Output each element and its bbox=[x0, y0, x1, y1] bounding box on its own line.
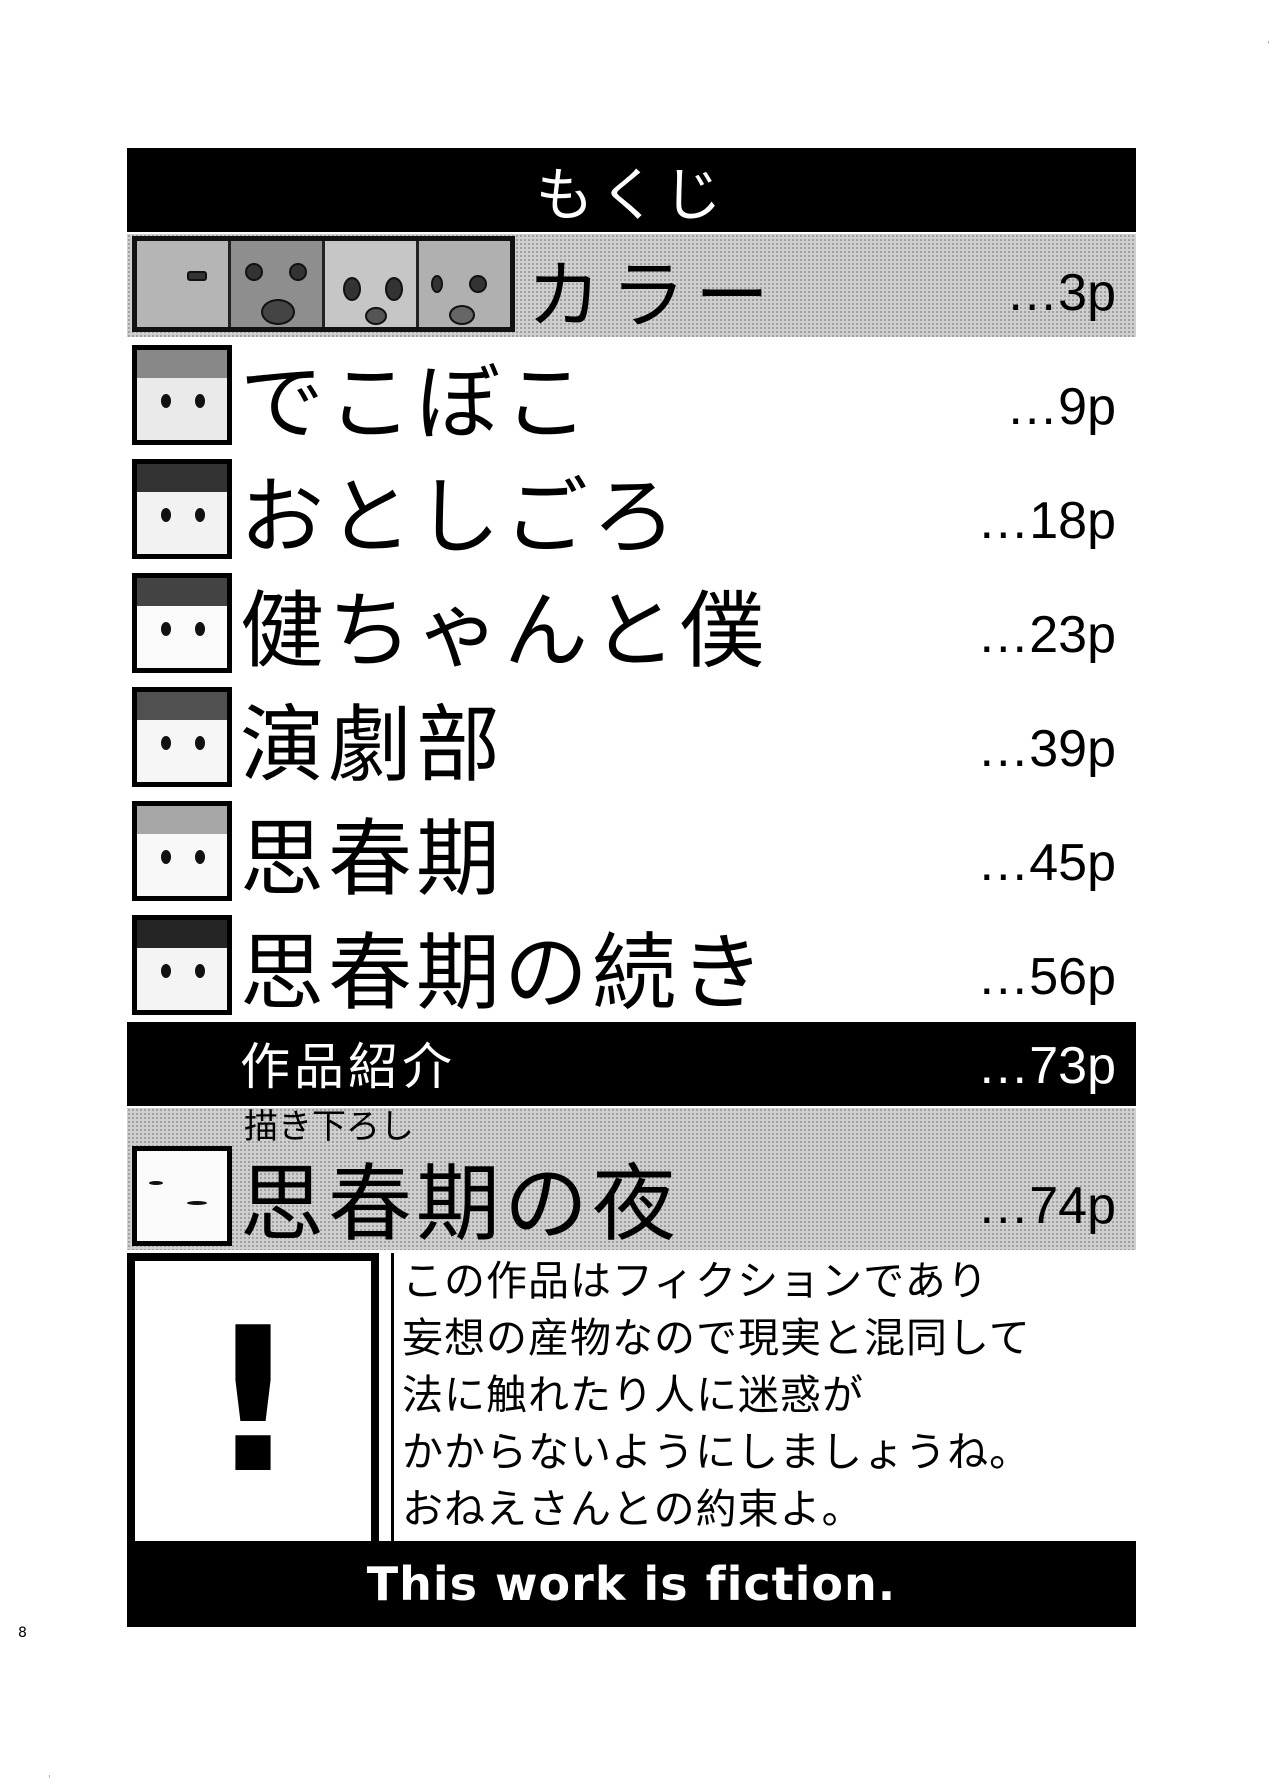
entry-page: …9p bbox=[1006, 378, 1116, 436]
entry-title: 演劇部 bbox=[240, 696, 505, 794]
toc-entry[interactable]: 健ちゃんと僕 …23p bbox=[127, 565, 1136, 679]
toc-entry[interactable]: おとしごろ …18p bbox=[127, 451, 1136, 565]
toc-entry-bonus[interactable]: 描き下ろし 思春期の夜 …74p bbox=[127, 1108, 1136, 1250]
fiction-banner: This work is fiction. bbox=[127, 1541, 1136, 1627]
character-thumbnail bbox=[132, 459, 232, 559]
toc-header: もくじ bbox=[127, 148, 1136, 232]
disclaimer-line: この作品はフィクションであり bbox=[402, 1257, 989, 1305]
entry-ruby: 描き下ろし bbox=[244, 1107, 414, 1147]
toc-entry[interactable]: 思春期の続き …56p bbox=[127, 907, 1136, 1021]
entry-title: おとしごろ bbox=[240, 468, 681, 566]
entry-title: 作品紹介 bbox=[240, 1038, 456, 1096]
entry-page: …39p bbox=[977, 720, 1116, 778]
character-thumbnail bbox=[132, 1146, 232, 1246]
page-number: 8 bbox=[18, 1625, 27, 1641]
toc-entry-color[interactable]: カラー …3p bbox=[127, 234, 1136, 337]
entry-title: でこぼこ bbox=[240, 354, 593, 452]
toc-entry[interactable]: 演劇部 …39p bbox=[127, 679, 1136, 793]
character-thumbnail bbox=[231, 241, 322, 327]
exclamation-icon: ! bbox=[127, 1253, 379, 1541]
character-thumbnail bbox=[132, 801, 232, 901]
toc-entry[interactable]: でこぼこ …9p bbox=[127, 337, 1136, 451]
crop-mark: ' bbox=[48, 1774, 51, 1785]
character-thumbnail bbox=[137, 241, 228, 327]
entry-page: …3p bbox=[1006, 264, 1116, 322]
entry-page: …56p bbox=[977, 948, 1116, 1006]
entry-page: …23p bbox=[977, 606, 1116, 664]
disclaimer-line: かからないようにしましょうね。 bbox=[402, 1428, 1032, 1476]
crop-mark: ' bbox=[1267, 40, 1270, 51]
disclaimer-line: 法に触れたり人に迷惑が bbox=[402, 1371, 864, 1419]
fiction-text: This work is fiction. bbox=[366, 1557, 897, 1611]
table-of-contents: もくじ カラー …3p でこぼこ …9p おとしごろ …18p 健ちゃんと僕 …… bbox=[127, 148, 1136, 1627]
entry-title: 思春期の夜 bbox=[240, 1155, 681, 1253]
disclaimer-text: この作品はフィクションであり 妄想の産物なので現実と混同して 法に触れたり人に迷… bbox=[391, 1253, 1136, 1541]
entry-page: …74p bbox=[977, 1177, 1116, 1235]
entry-page: …45p bbox=[977, 834, 1116, 892]
character-thumbnail bbox=[132, 915, 232, 1015]
disclaimer-line: おねえさんとの約束よ。 bbox=[402, 1485, 864, 1533]
color-thumbnail-strip bbox=[132, 236, 515, 332]
toc-entry[interactable]: 思春期 …45p bbox=[127, 793, 1136, 907]
disclaimer-line: 妄想の産物なので現実と混同して bbox=[402, 1314, 1031, 1362]
entry-title: カラー bbox=[527, 253, 779, 339]
entry-title: 思春期 bbox=[240, 810, 505, 908]
character-thumbnail bbox=[132, 573, 232, 673]
toc-title: もくじ bbox=[535, 161, 728, 229]
character-thumbnail bbox=[325, 241, 416, 327]
toc-entry-works-intro[interactable]: 作品紹介 …73p bbox=[127, 1022, 1136, 1106]
entry-page: …18p bbox=[977, 492, 1116, 550]
character-thumbnail bbox=[132, 345, 232, 445]
character-thumbnail bbox=[132, 687, 232, 787]
entry-title: 健ちゃんと僕 bbox=[240, 582, 769, 680]
entry-title: 思春期の続き bbox=[240, 924, 769, 1022]
entry-page: …73p bbox=[977, 1037, 1116, 1095]
disclaimer-notice: ! この作品はフィクションであり 妄想の産物なので現実と混同して 法に触れたり人… bbox=[127, 1253, 1136, 1541]
character-thumbnail bbox=[419, 241, 510, 327]
